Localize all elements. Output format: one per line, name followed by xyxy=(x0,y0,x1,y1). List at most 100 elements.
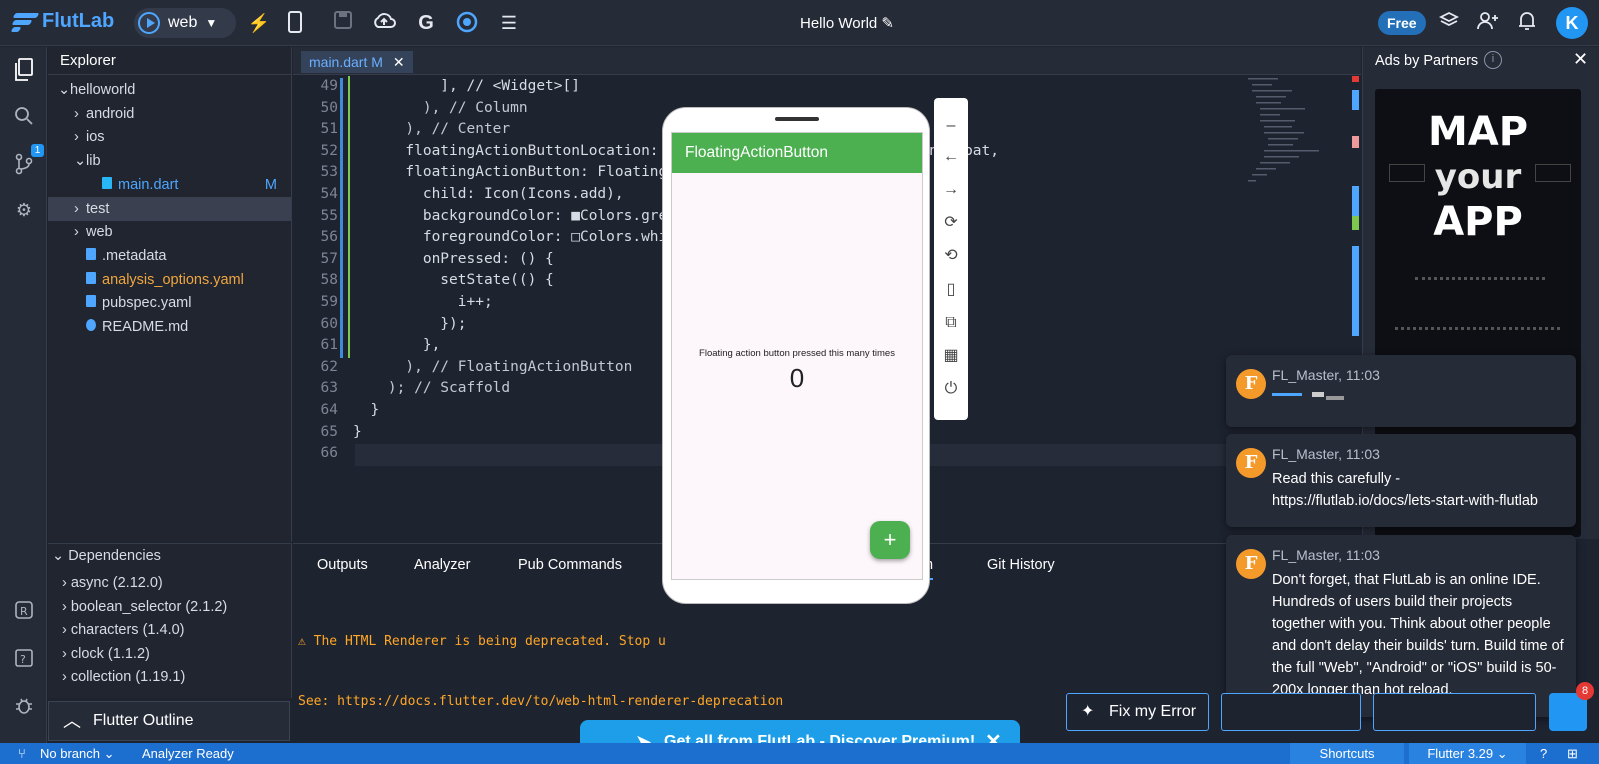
tree-item[interactable]: ⌄helloworld xyxy=(48,78,291,102)
tree-item[interactable]: › ios xyxy=(48,125,291,149)
code-line[interactable]: ), // Column xyxy=(353,100,528,116)
code-line[interactable]: setState(() { xyxy=(353,272,554,288)
floating-action-button[interactable]: + xyxy=(870,521,910,559)
project-title[interactable]: Hello World ✎ xyxy=(800,14,894,32)
branch-status[interactable]: No branch ⌄ xyxy=(40,743,115,764)
documentation-button[interactable] xyxy=(1373,693,1536,731)
info-icon[interactable]: i xyxy=(1484,51,1502,69)
code-line[interactable]: ], // <Widget>[] xyxy=(353,78,580,94)
target-icon[interactable] xyxy=(455,11,479,35)
line-number: 49 xyxy=(320,78,338,94)
tab-main-dart[interactable]: main.dart M ✕ xyxy=(301,51,413,73)
reload-icon[interactable]: ⟳ xyxy=(939,211,963,235)
code-line[interactable]: foregroundColor: □Colors.white, xyxy=(353,229,694,245)
close-ads-icon[interactable]: ✕ xyxy=(1573,49,1588,70)
settings-icon[interactable]: ⚙ xyxy=(12,200,36,224)
back-arrow-icon[interactable]: ← xyxy=(939,145,963,169)
code-line[interactable]: } xyxy=(353,424,362,440)
dependency-label: boolean_selector (2.1.2) xyxy=(70,598,228,615)
code-line[interactable]: ), // FloatingActionButton xyxy=(353,359,632,375)
chat-image-preview[interactable] xyxy=(1272,391,1352,401)
tab-git-history[interactable]: Git History xyxy=(987,550,1055,580)
code-line[interactable]: } xyxy=(353,402,379,418)
layers-icon[interactable] xyxy=(1437,11,1461,35)
line-number: 63 xyxy=(320,380,338,397)
tree-item[interactable]: › test xyxy=(48,196,291,221)
menu-icon[interactable]: ☰ xyxy=(497,11,521,35)
open-external-icon[interactable]: ⧉ xyxy=(939,311,963,335)
tab-outputs[interactable]: Outputs xyxy=(317,550,368,580)
tab-analyzer[interactable]: Analyzer xyxy=(414,550,470,580)
device-frame-icon[interactable]: ▯ xyxy=(939,278,963,302)
close-icon[interactable]: ✕ xyxy=(393,54,405,70)
pencil-icon[interactable]: ✎ xyxy=(881,15,894,32)
code-line[interactable]: backgroundColor: ■Colors.green, xyxy=(353,208,694,224)
add-user-icon[interactable] xyxy=(1476,11,1500,35)
tree-item[interactable]: analysis_options.yaml xyxy=(48,268,291,292)
search-icon[interactable] xyxy=(12,106,36,130)
dependency-item[interactable]: › characters (1.4.0) xyxy=(48,618,291,642)
chat-text: Don't forget, that FlutLab is an online … xyxy=(1272,572,1564,698)
app-screen[interactable]: FloatingActionButton Floating action but… xyxy=(671,132,923,580)
tree-item[interactable]: › android xyxy=(48,102,291,126)
code-line[interactable]: }, xyxy=(353,337,440,353)
dependency-item[interactable]: › collection (1.19.1) xyxy=(48,665,291,689)
tree-item[interactable]: .metadata xyxy=(48,244,291,268)
chat-message[interactable]: F FL_Master, 11:03 Read this carefully -… xyxy=(1226,434,1576,527)
minimap[interactable] xyxy=(1246,76,1346,206)
code-line[interactable]: ); // Scaffold xyxy=(353,380,510,396)
tree-item[interactable]: README.md xyxy=(48,315,291,339)
code-line[interactable]: ), // Center xyxy=(353,121,510,137)
dependency-item[interactable]: › boolean_selector (2.1.2) xyxy=(48,595,291,619)
ad-decoration xyxy=(1415,277,1545,291)
tab-pub-commands[interactable]: Pub Commands xyxy=(518,550,622,580)
plan-badge[interactable]: Free xyxy=(1378,11,1426,35)
dart-file-icon xyxy=(102,176,112,189)
code-line[interactable]: child: Icon(Icons.add), xyxy=(353,186,624,202)
help-circle-icon[interactable]: ? xyxy=(1540,743,1547,764)
tree-item[interactable]: pubspec.yaml xyxy=(48,291,291,315)
dependency-item[interactable]: › async (2.12.0) xyxy=(48,571,291,595)
help-icon[interactable]: ? xyxy=(12,648,36,672)
code-line[interactable]: }); xyxy=(353,316,466,332)
code-line[interactable]: i++; xyxy=(353,294,493,310)
dependencies-header[interactable]: ⌄ Dependencies xyxy=(48,544,291,568)
branch-icon: ⑂ xyxy=(18,746,26,761)
lightning-icon[interactable]: ⚡ xyxy=(247,11,271,35)
tree-item[interactable]: main.dart M xyxy=(48,173,291,197)
tree-item-label: android xyxy=(86,105,135,122)
shortcuts-button[interactable]: Shortcuts xyxy=(1290,743,1404,764)
info-file-icon xyxy=(86,319,96,331)
grid-icon[interactable]: ⊞ xyxy=(1567,743,1578,764)
phone-icon[interactable] xyxy=(283,11,307,35)
fix-error-button[interactable]: ✦ Fix my Error xyxy=(1066,693,1209,731)
chat-text: Read this carefully - https://flutlab.io… xyxy=(1272,471,1538,509)
avatar[interactable]: K xyxy=(1556,7,1588,39)
line-number: 57 xyxy=(320,250,338,267)
rotate-icon[interactable]: ⟲ xyxy=(939,244,963,268)
qr-code-icon[interactable]: ▦ xyxy=(939,344,963,368)
console-link-line[interactable]: See: https://docs.flutter.dev/to/web-htm… xyxy=(298,692,783,712)
power-icon[interactable]: ⏻ xyxy=(939,377,963,401)
tree-item-label: test xyxy=(86,200,110,217)
bell-icon[interactable] xyxy=(1515,11,1539,35)
dependency-item[interactable]: › clock (1.1.2) xyxy=(48,642,291,666)
save-icon[interactable] xyxy=(331,11,355,35)
files-icon[interactable] xyxy=(12,58,36,82)
forward-arrow-icon[interactable]: → xyxy=(939,178,963,202)
cloud-upload-icon[interactable] xyxy=(372,11,396,35)
run-target-selector[interactable]: web ▼ xyxy=(134,8,236,38)
code-line[interactable]: onPressed: () { xyxy=(353,251,554,267)
bug-icon[interactable] xyxy=(12,695,36,719)
chat-message[interactable]: F FL_Master, 11:03 Don't forget, that Fl… xyxy=(1226,535,1576,717)
google-icon[interactable]: G xyxy=(414,11,438,35)
registry-icon[interactable]: R xyxy=(12,600,36,624)
flutter-outline-button[interactable]: ︿ Flutter Outline xyxy=(48,701,290,741)
flutter-version-button[interactable]: Flutter 3.29 ⌄ xyxy=(1409,743,1526,764)
tree-item[interactable]: ⌄lib xyxy=(48,149,291,173)
chat-message[interactable]: F FL_Master, 11:03 xyxy=(1226,355,1576,427)
tree-item[interactable]: › web xyxy=(48,220,291,244)
minimize-icon[interactable]: – xyxy=(939,114,963,138)
flutlab-logo[interactable]: FlutLab xyxy=(10,10,114,33)
ai-assistant-button[interactable] xyxy=(1221,693,1361,731)
